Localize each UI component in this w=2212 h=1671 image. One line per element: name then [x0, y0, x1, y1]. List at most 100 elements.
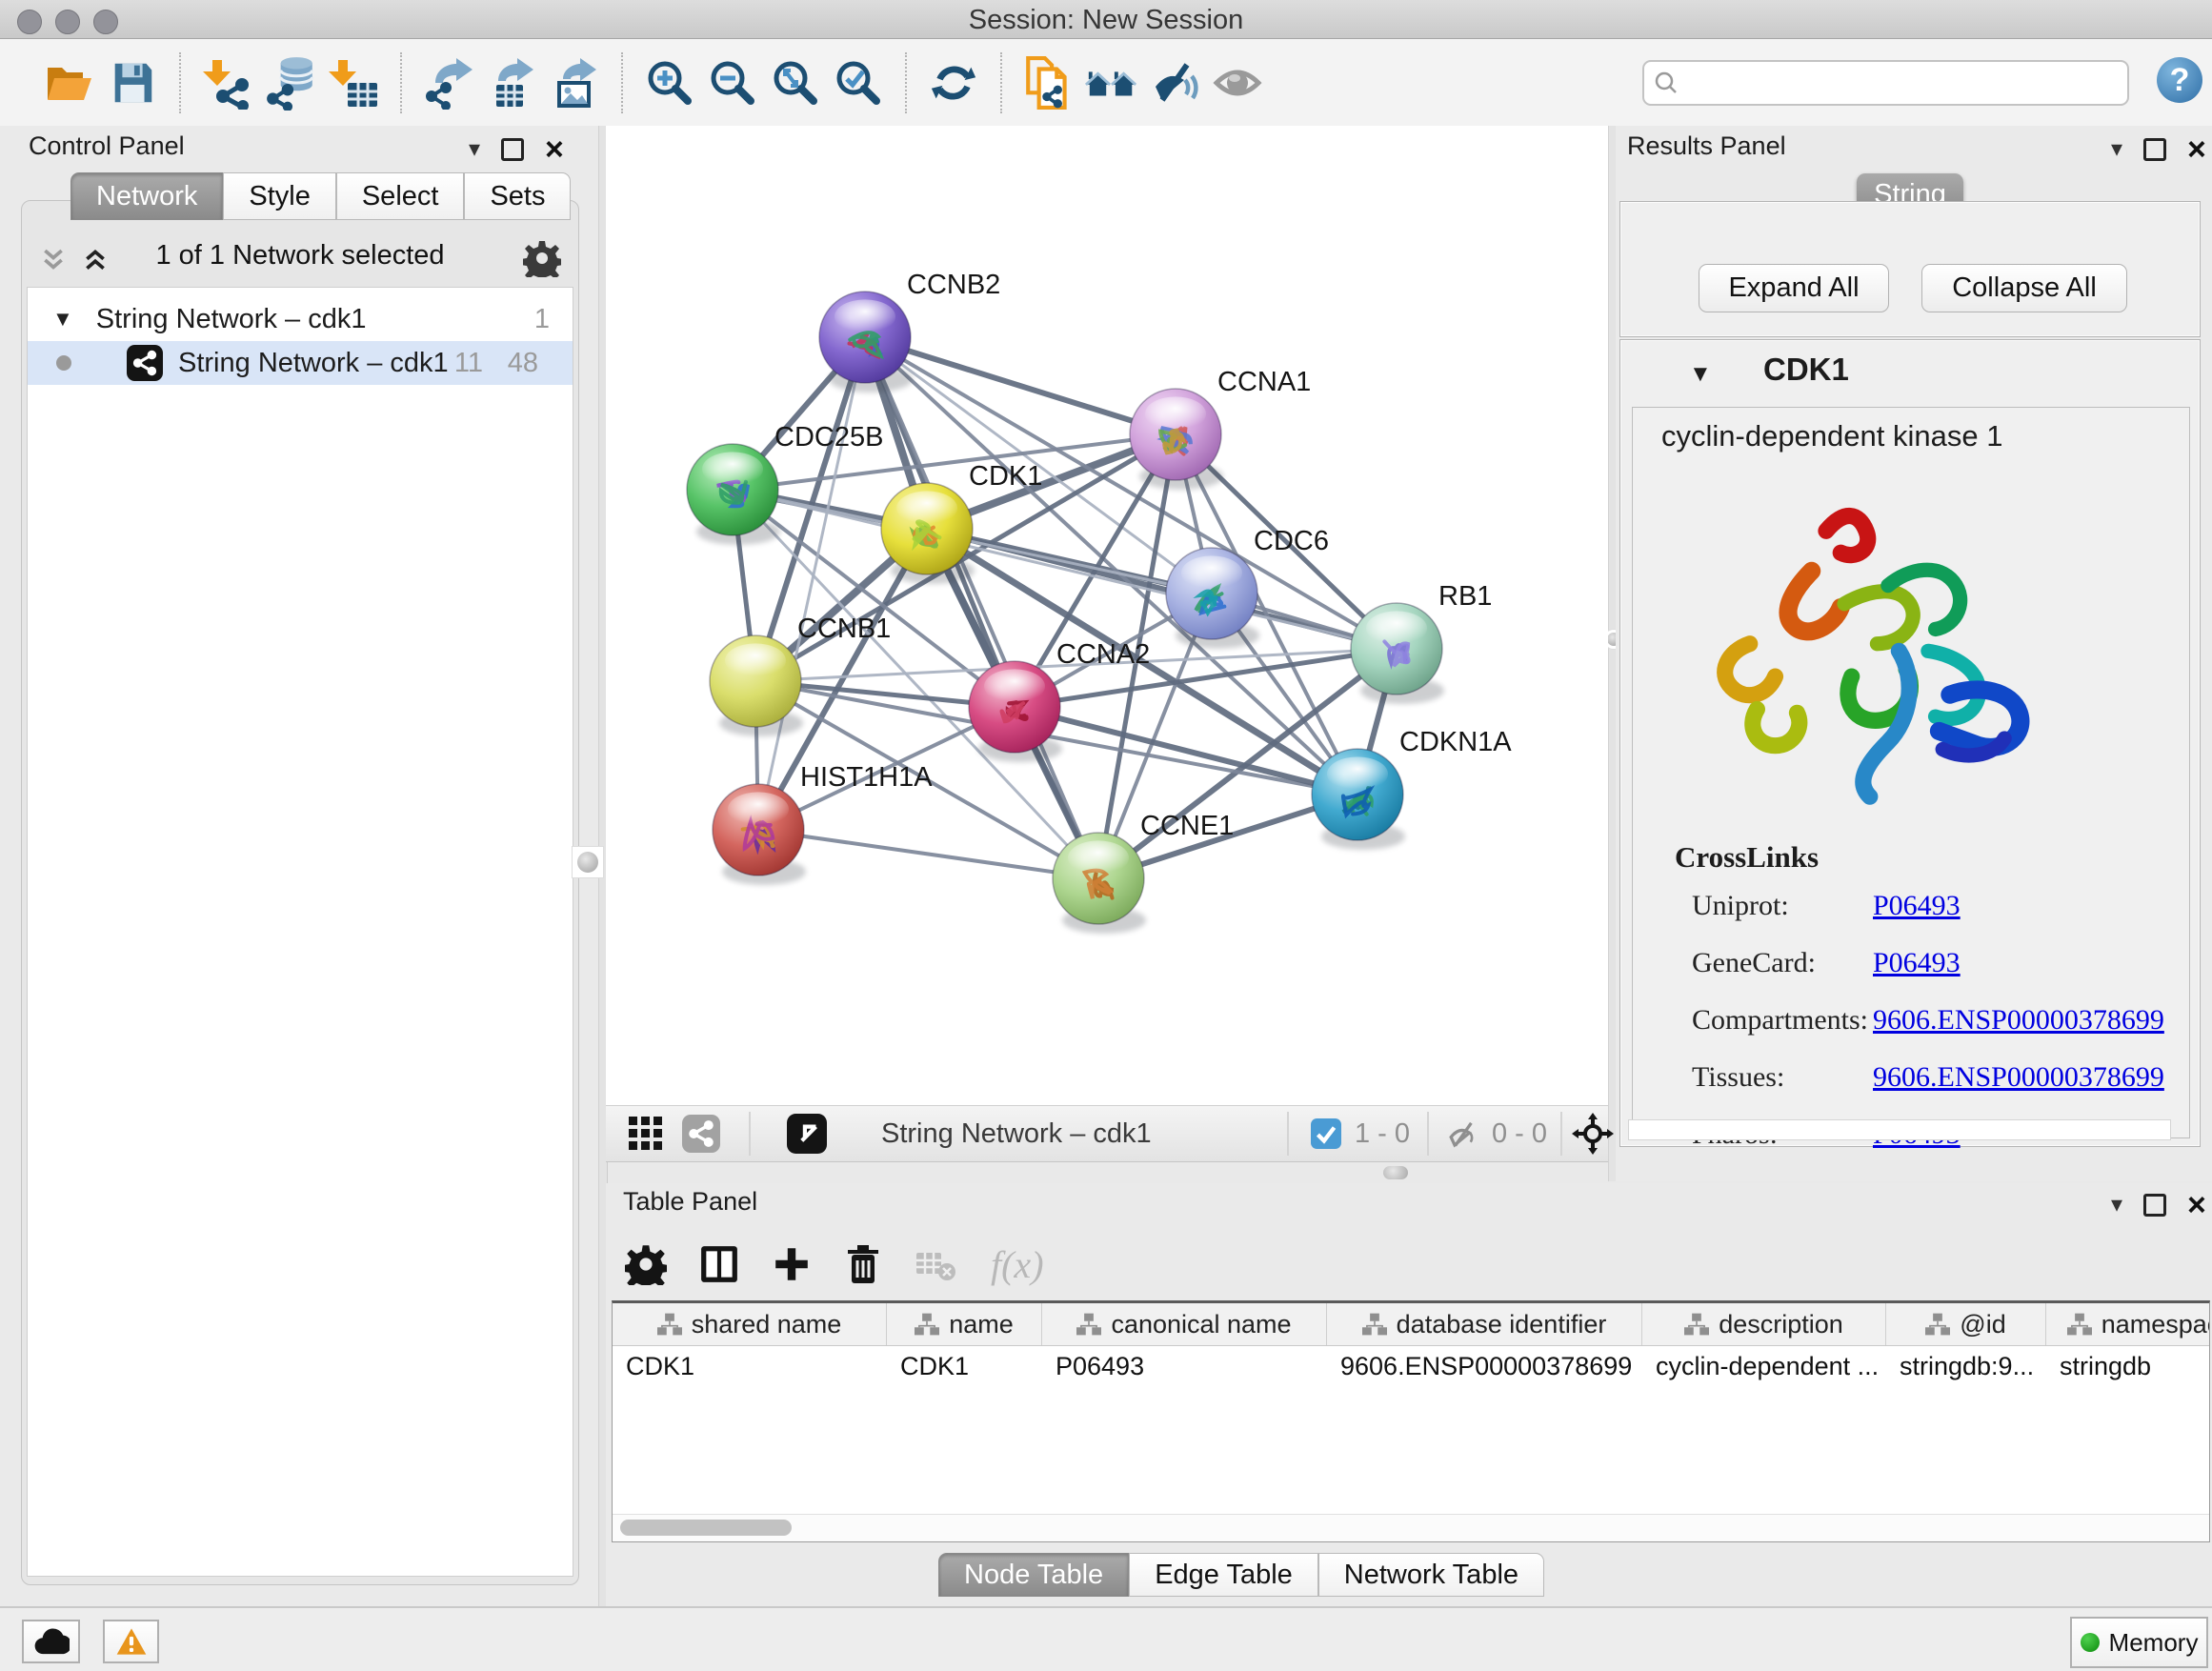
delete-column-icon[interactable]: [844, 1243, 882, 1285]
column-header-shared-name[interactable]: shared name: [613, 1303, 887, 1345]
crosslink-link[interactable]: 9606.ENSP00000378699: [1873, 1061, 2164, 1093]
open-session-button[interactable]: [38, 51, 101, 114]
network-node-CCNA2[interactable]: [969, 661, 1062, 762]
help-button[interactable]: ?: [2157, 57, 2202, 103]
network-edge-HIST1H1A-CCNE1[interactable]: [758, 830, 1098, 878]
network-graph[interactable]: CCNB2CCNA1CDC25BCDK1CDC6RB1CCNB1CCNA2CDK…: [606, 126, 1608, 1105]
show-view-button[interactable]: [1206, 51, 1269, 114]
column-header-description[interactable]: description: [1642, 1303, 1886, 1345]
expand-all-button[interactable]: Expand All: [1699, 264, 1889, 312]
control-tab-select[interactable]: Select: [336, 172, 465, 220]
table-row[interactable]: CDK1CDK1P064939606.ENSP00000378699cyclin…: [613, 1346, 2209, 1386]
table-horizontal-scrollbar[interactable]: [613, 1514, 2209, 1541]
network-edge-CCNB2-CCNA1[interactable]: [865, 337, 1176, 434]
function-builder-button-disabled[interactable]: f(x): [991, 1242, 1044, 1287]
export-network-button[interactable]: [417, 51, 480, 114]
hide-results-button[interactable]: [1143, 51, 1206, 114]
search-input[interactable]: [1688, 65, 2127, 101]
table-cell[interactable]: stringdb: [2046, 1346, 2210, 1386]
scrollbar-thumb[interactable]: [620, 1520, 792, 1536]
table-panel-float-button[interactable]: ▾: [2111, 1194, 2122, 1217]
table-panel-maximize-button[interactable]: [2143, 1194, 2166, 1217]
open-view-in-window-icon[interactable]: [787, 1114, 827, 1154]
table-cell[interactable]: CDK1: [887, 1346, 1042, 1386]
results-horizontal-scrollbar[interactable]: [1628, 1119, 2171, 1140]
left-divider-handle[interactable]: [572, 846, 604, 878]
column-header-database-identifier[interactable]: database identifier: [1327, 1303, 1642, 1345]
crosslink-link[interactable]: P06493: [1873, 890, 1961, 921]
network-node-CCNB1[interactable]: [710, 635, 803, 736]
network-node-HIST1H1A[interactable]: [713, 784, 806, 885]
show-columns-icon[interactable]: [699, 1242, 739, 1286]
network-node-CDC6[interactable]: [1166, 548, 1259, 649]
import-network-file-button[interactable]: [196, 51, 259, 114]
export-table-button[interactable]: [480, 51, 543, 114]
network-node-CDKN1A[interactable]: [1312, 749, 1405, 850]
string-document-button[interactable]: [1017, 51, 1080, 114]
zoom-selected-button[interactable]: [827, 51, 890, 114]
control-panel-maximize-button[interactable]: [501, 138, 524, 161]
network-node-RB1[interactable]: [1351, 603, 1444, 704]
control-panel-close-button[interactable]: ×: [545, 133, 564, 166]
table-tab-network-table[interactable]: Network Table: [1318, 1553, 1544, 1597]
collection-expand-triangle[interactable]: ▼: [52, 307, 73, 332]
network-edge-CCNB2-CCNE1[interactable]: [865, 337, 1098, 878]
refresh-view-button[interactable]: [922, 51, 985, 114]
network-row-selected[interactable]: String Network – cdk1 11 48: [28, 341, 573, 385]
network-edge-HIST1H1A-CCNB2[interactable]: [758, 337, 865, 830]
control-tab-network[interactable]: Network: [70, 172, 223, 220]
delete-table-icon-disabled[interactable]: [915, 1245, 958, 1283]
import-table-icon: [327, 56, 380, 110]
reposition-crosshair-icon[interactable]: [1572, 1113, 1614, 1155]
network-options-gear-icon[interactable]: [523, 239, 561, 277]
horizontal-splitter-grip[interactable]: [1383, 1166, 1408, 1179]
crosslink-link[interactable]: 9606.ENSP00000378699: [1873, 1004, 2164, 1036]
results-panel-float-button[interactable]: ▾: [2111, 138, 2122, 161]
network-collection-row[interactable]: ▼ String Network – cdk1 1: [28, 297, 573, 341]
warnings-button[interactable]: [103, 1620, 159, 1663]
zoom-out-button[interactable]: [701, 51, 764, 114]
network-type-icon[interactable]: [682, 1115, 720, 1153]
collapse-all-button[interactable]: Collapse All: [1921, 264, 2127, 312]
control-tab-style[interactable]: Style: [223, 172, 335, 220]
table-cell[interactable]: P06493: [1042, 1346, 1327, 1386]
import-table-file-button[interactable]: [322, 51, 385, 114]
zoom-in-button[interactable]: [638, 51, 701, 114]
control-tab-sets[interactable]: Sets: [464, 172, 571, 220]
network-node-CDC25B[interactable]: [687, 444, 780, 545]
table-cell[interactable]: CDK1: [613, 1346, 887, 1386]
network-node-CDK1[interactable]: [881, 483, 975, 584]
hidden-eye-slash-icon[interactable]: [1444, 1117, 1482, 1152]
network-node-CCNB2[interactable]: [819, 292, 913, 393]
column-header-name[interactable]: name: [887, 1303, 1042, 1345]
table-cell[interactable]: cyclin-dependent ...: [1642, 1346, 1886, 1386]
crosslink-link[interactable]: P06493: [1873, 947, 1961, 978]
table-cell[interactable]: stringdb:9...: [1886, 1346, 2046, 1386]
protein-expand-triangle[interactable]: ▼: [1689, 361, 1712, 388]
table-panel-close-button[interactable]: ×: [2187, 1189, 2206, 1221]
table-options-gear-icon[interactable]: [625, 1243, 667, 1285]
birdseye-grid-icon[interactable]: [629, 1117, 663, 1151]
zoom-fit-button[interactable]: [764, 51, 827, 114]
cloud-status-button[interactable]: [22, 1620, 80, 1663]
add-column-icon[interactable]: [772, 1244, 812, 1284]
import-network-database-button[interactable]: [259, 51, 322, 114]
export-image-button[interactable]: [543, 51, 606, 114]
homes-button[interactable]: [1080, 51, 1143, 114]
column-header-namespace[interactable]: namespace: [2046, 1303, 2210, 1345]
column-header-@id[interactable]: @id: [1886, 1303, 2046, 1345]
table-tab-edge-table[interactable]: Edge Table: [1129, 1553, 1318, 1597]
save-session-button[interactable]: [101, 51, 164, 114]
results-panel-maximize-button[interactable]: [2143, 138, 2166, 161]
control-panel-float-button[interactable]: ▾: [469, 138, 480, 161]
network-view-canvas[interactable]: CCNB2CCNA1CDC25BCDK1CDC6RB1CCNB1CCNA2CDK…: [606, 126, 1608, 1105]
results-panel-close-button[interactable]: ×: [2187, 133, 2206, 166]
column-header-canonical-name[interactable]: canonical name: [1042, 1303, 1327, 1345]
network-node-CCNA1[interactable]: [1130, 389, 1223, 490]
memory-button[interactable]: Memory: [2070, 1617, 2208, 1668]
search-field[interactable]: [1642, 60, 2129, 106]
table-cell[interactable]: 9606.ENSP00000378699: [1327, 1346, 1642, 1386]
network-node-CCNE1[interactable]: [1053, 833, 1146, 934]
table-tab-node-table[interactable]: Node Table: [938, 1553, 1129, 1597]
selected-checkbox-icon[interactable]: [1311, 1118, 1341, 1149]
